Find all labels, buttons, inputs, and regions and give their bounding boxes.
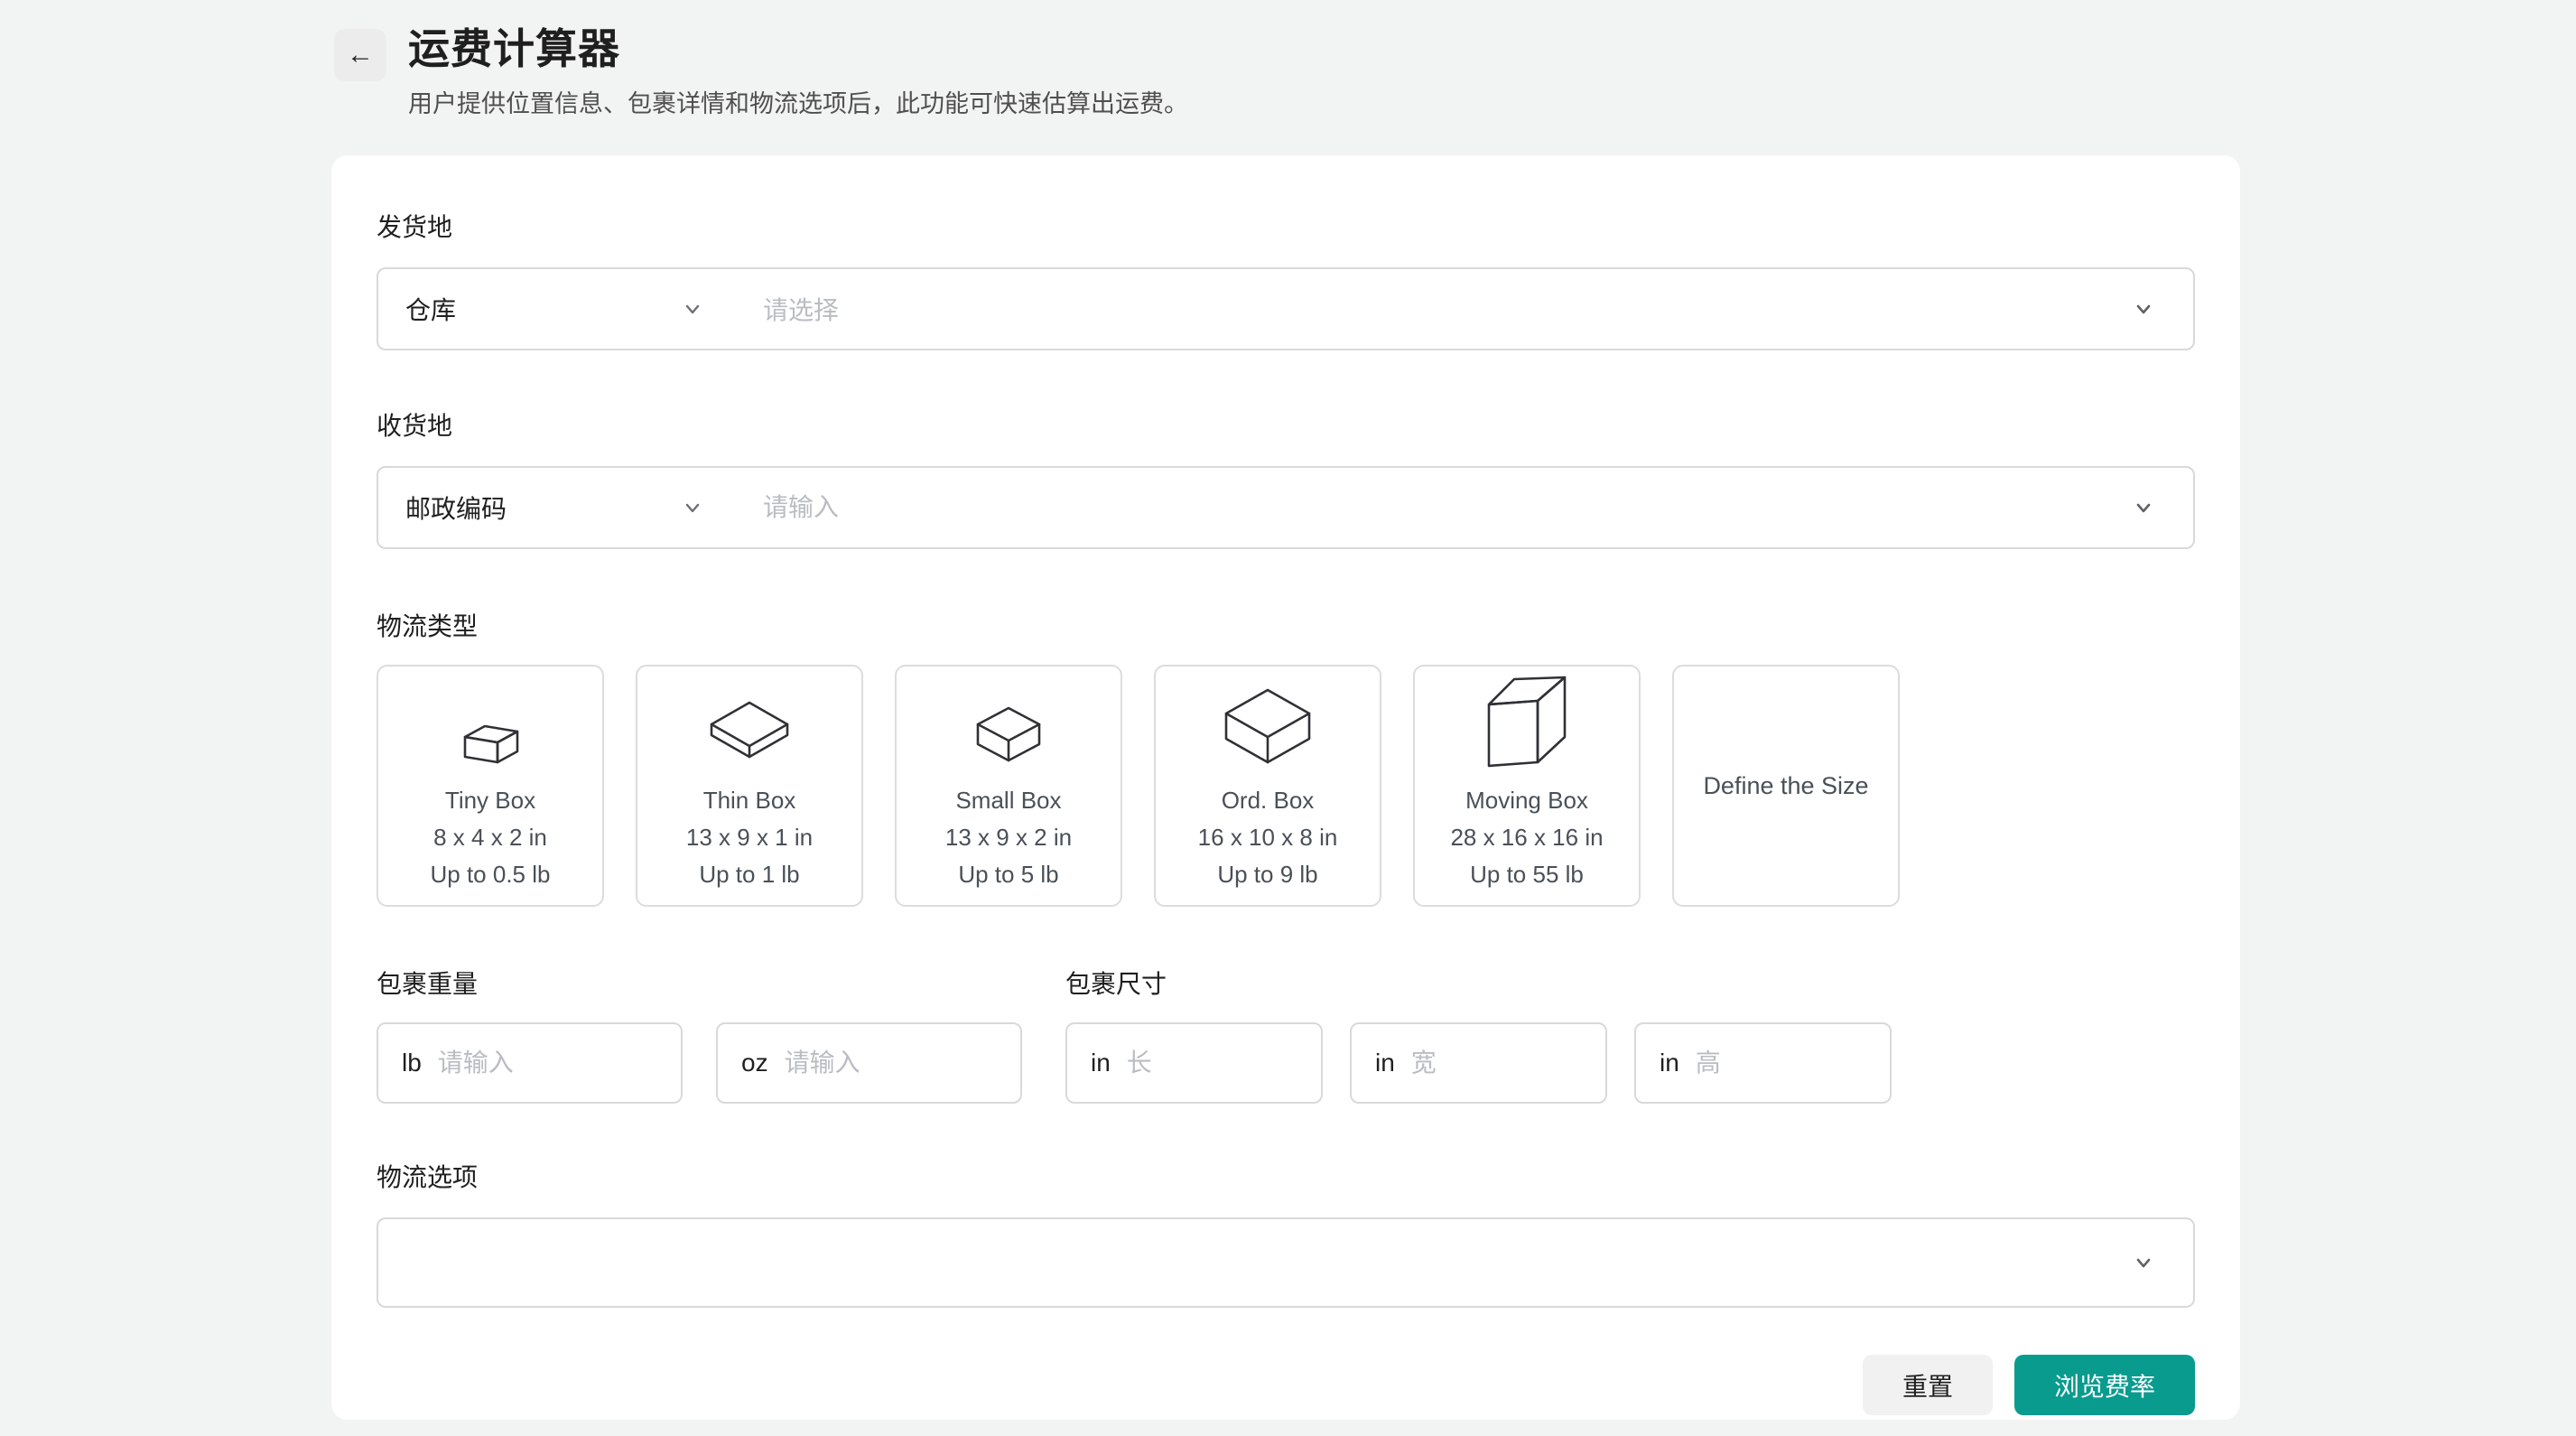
weight-lb-input[interactable] (438, 1049, 657, 1077)
dimension-length-field[interactable]: in (1065, 1022, 1323, 1104)
chevron-down-icon (2130, 494, 2157, 521)
origin-field: 仓库 请选择 (377, 267, 2195, 350)
options-field-caret (2112, 1249, 2193, 1276)
dimension-height-input[interactable] (1696, 1049, 1866, 1077)
package-dimensions-group: 包裹尺寸 in in in (1065, 965, 1892, 1104)
dimension-length-input[interactable] (1127, 1049, 1297, 1077)
calculator-panel: 发货地 仓库 请选择 收货地 邮政编码 物流类型 (331, 155, 2240, 1420)
page-header: ← 运费计算器 用户提供位置信息、包裹详情和物流选项后，此功能可快速估算出运费。 (334, 25, 1188, 119)
dimension-height-field[interactable]: in (1634, 1022, 1892, 1104)
package-weight-group: 包裹重量 lb oz (377, 965, 1022, 1104)
card-name: Define the Size (1703, 768, 1868, 805)
card-name: Ord. Box (1222, 782, 1315, 819)
unit-label: in (1091, 1049, 1111, 1077)
card-capacity: Up to 9 lb (1217, 856, 1317, 893)
chevron-down-icon (2130, 1249, 2157, 1276)
dimension-width-input[interactable] (1411, 1049, 1582, 1077)
card-name: Moving Box (1465, 782, 1588, 819)
back-button[interactable]: ← (334, 29, 386, 81)
back-arrow-icon: ← (347, 40, 374, 70)
shipping-type-label: 物流类型 (377, 607, 2195, 643)
measure-row: 包裹重量 lb oz 包裹尺寸 in in (377, 965, 2195, 1104)
destination-input[interactable] (763, 493, 2112, 522)
origin-placeholder: 请选择 (763, 291, 839, 327)
weight-inputs: lb oz (377, 1022, 1022, 1104)
unit-label: oz (741, 1049, 768, 1077)
card-capacity: Up to 55 lb (1470, 856, 1584, 893)
unit-label: in (1375, 1049, 1395, 1077)
chevron-down-icon (680, 495, 705, 520)
card-capacity: Up to 5 lb (958, 856, 1058, 893)
browse-rates-button[interactable]: 浏览费率 (2014, 1355, 2195, 1415)
shipping-type-card-moving-box[interactable]: Moving Box 28 x 16 x 16 in Up to 55 lb (1413, 665, 1641, 907)
destination-input-area (732, 468, 2112, 547)
dimension-inputs: in in in (1065, 1022, 1892, 1104)
card-capacity: Up to 0.5 lb (431, 856, 551, 893)
weight-oz-input[interactable] (785, 1049, 997, 1077)
tiny-box-icon (452, 679, 528, 769)
package-dimensions-label: 包裹尺寸 (1065, 965, 1892, 1001)
card-size: 13 x 9 x 2 in (945, 819, 1072, 856)
small-box-icon (969, 679, 1048, 769)
shipping-type-card-ordinary-box[interactable]: Ord. Box 16 x 10 x 8 in Up to 9 lb (1154, 665, 1381, 907)
destination-label: 收货地 (377, 406, 2195, 443)
origin-label: 发货地 (377, 208, 2195, 244)
origin-value-select[interactable]: 请选择 (732, 269, 2112, 349)
origin-type-select[interactable]: 仓库 (378, 269, 732, 349)
unit-label: in (1660, 1049, 1679, 1077)
shipping-type-card-small-box[interactable]: Small Box 13 x 9 x 2 in Up to 5 lb (895, 665, 1122, 907)
chevron-down-icon (680, 296, 705, 322)
destination-type-select[interactable]: 邮政编码 (378, 468, 732, 547)
origin-field-caret (2112, 295, 2193, 322)
reset-button[interactable]: 重置 (1863, 1355, 1993, 1415)
unit-label: lb (402, 1049, 422, 1077)
chevron-down-icon (2130, 295, 2157, 322)
package-weight-label: 包裹重量 (377, 965, 1022, 1001)
shipping-type-cards: Tiny Box 8 x 4 x 2 in Up to 0.5 lb Thin … (377, 665, 2195, 907)
shipping-type-card-define-size[interactable]: Define the Size (1672, 665, 1900, 907)
page-title: 运费计算器 (408, 25, 1188, 73)
dimension-width-field[interactable]: in (1350, 1022, 1607, 1104)
origin-type-value: 仓库 (405, 291, 456, 327)
card-size: 8 x 4 x 2 in (433, 819, 547, 856)
card-size: 16 x 10 x 8 in (1198, 819, 1338, 856)
moving-box-icon (1482, 679, 1572, 769)
shipping-options-label: 物流选项 (377, 1158, 2195, 1194)
weight-lb-field[interactable]: lb (377, 1022, 683, 1104)
weight-oz-field[interactable]: oz (716, 1022, 1022, 1104)
card-size: 28 x 16 x 16 in (1450, 819, 1603, 856)
destination-field: 邮政编码 (377, 466, 2195, 549)
card-name: Small Box (955, 782, 1061, 819)
ordinary-box-icon (1219, 679, 1316, 769)
shipping-type-card-tiny-box[interactable]: Tiny Box 8 x 4 x 2 in Up to 0.5 lb (377, 665, 604, 907)
shipping-options-select[interactable] (377, 1217, 2195, 1308)
footer-actions: 重置 浏览费率 (377, 1355, 2195, 1415)
card-capacity: Up to 1 lb (699, 856, 799, 893)
shipping-type-card-thin-box[interactable]: Thin Box 13 x 9 x 1 in Up to 1 lb (636, 665, 863, 907)
page-subtitle: 用户提供位置信息、包裹详情和物流选项后，此功能可快速估算出运费。 (408, 84, 1188, 119)
destination-field-caret (2112, 494, 2193, 521)
thin-box-icon (704, 679, 795, 769)
header-text: 运费计算器 用户提供位置信息、包裹详情和物流选项后，此功能可快速估算出运费。 (408, 25, 1188, 119)
destination-type-value: 邮政编码 (405, 490, 507, 526)
card-name: Tiny Box (445, 782, 535, 819)
card-size: 13 x 9 x 1 in (686, 819, 813, 856)
card-name: Thin Box (703, 782, 796, 819)
